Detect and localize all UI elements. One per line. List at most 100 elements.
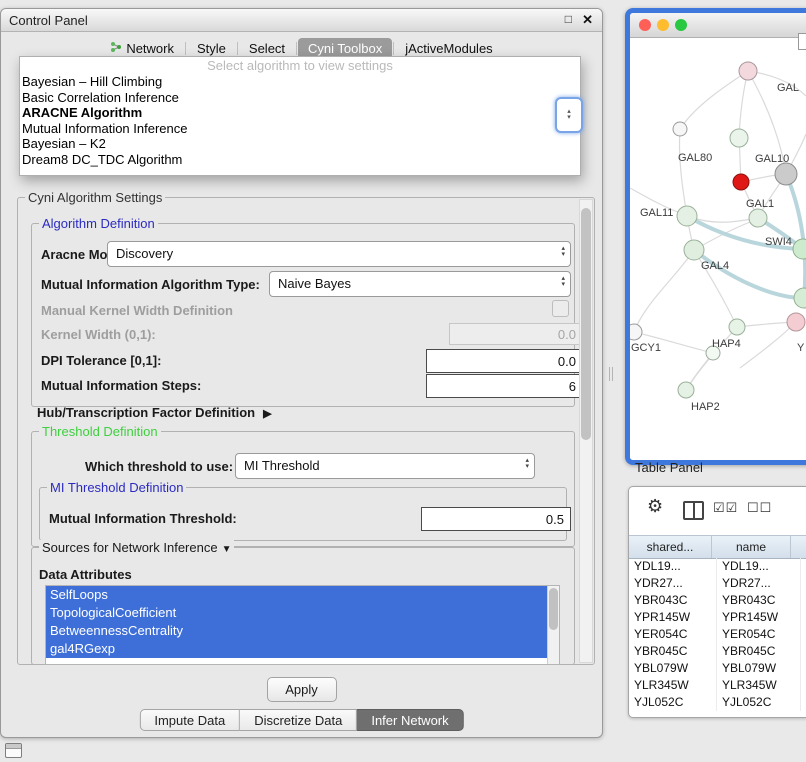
stepper-down-icon: ▾ (561, 252, 565, 258)
column-header-2[interactable] (791, 536, 806, 558)
menu-item-bayesian-k2[interactable]: Bayesian – K2 (20, 136, 580, 152)
menu-item-dream8-dc-tdc-algorithm[interactable]: Dream8 DC_TDC Algorithm (20, 152, 580, 168)
close-traffic-light-icon[interactable] (639, 19, 651, 31)
table-row[interactable]: YJL052CYJL052C (629, 694, 806, 711)
mi-algo-type-combo[interactable]: Naive Bayes ▴▾ (269, 271, 571, 297)
network-node[interactable] (794, 288, 806, 308)
close-icon[interactable]: ✕ (582, 12, 593, 28)
control-panel-titlebar[interactable]: Control Panel □ ✕ (1, 9, 602, 32)
table-cell: YBR045C (717, 643, 801, 660)
control-panel-window: Control Panel □ ✕ NetworkStyleSelectCyni… (0, 8, 603, 738)
menu-item-mutual-information-inference[interactable]: Mutual Information Inference (20, 121, 580, 137)
restore-panel-icon[interactable] (5, 743, 22, 758)
table-header[interactable]: shared...name (629, 535, 806, 559)
list-item-selfloops[interactable]: SelfLoops (46, 586, 552, 604)
sources-legend-label: Sources for Network Inference (42, 540, 218, 555)
attributes-list-scrollbar[interactable] (547, 586, 559, 664)
stepper-icon: ▴▾ (561, 276, 565, 288)
table-row[interactable]: YLR345WYLR345W9. (629, 677, 806, 694)
dpi-tolerance-field[interactable]: 0.0 (426, 349, 583, 373)
table-row[interactable]: YDR27...YDR27...12 (629, 575, 806, 592)
data-attributes-list[interactable]: SelfLoopsTopologicalCoefficientBetweenne… (45, 585, 560, 665)
sources-legend[interactable]: Sources for Network Inference ▼ (39, 540, 234, 555)
apply-button[interactable]: Apply (267, 677, 337, 702)
table-cell: 8. (801, 626, 806, 643)
algorithm-combo-focus-edge[interactable]: ▴ ▾ (555, 97, 583, 133)
table-row[interactable]: YPR145WYPR145W9. (629, 609, 806, 626)
table-row[interactable]: YDL19...YDL19...13 (629, 558, 806, 575)
aracne-mode-combo[interactable]: Discovery ▴▾ (107, 241, 571, 267)
table-row[interactable]: YBR045CYBR045C9. (629, 643, 806, 660)
scrollbar-thumb[interactable] (581, 208, 591, 440)
network-node[interactable] (787, 313, 805, 331)
list-item-gal4rgexp[interactable]: gal4RGexp (46, 640, 552, 658)
panel-splitter-handle[interactable] (609, 367, 615, 381)
list-item-topologicalcoefficient[interactable]: TopologicalCoefficient (46, 604, 552, 622)
network-node[interactable] (630, 324, 642, 340)
menu-item-bayesian-hill-climbing[interactable]: Bayesian – Hill Climbing (20, 74, 580, 90)
threshold-definition-legend: Threshold Definition (39, 424, 161, 439)
network-node[interactable] (678, 382, 694, 398)
stepper-icon: ▴▾ (525, 458, 529, 470)
network-node[interactable] (775, 163, 797, 185)
gear-icon[interactable]: ⚙ (647, 496, 663, 517)
network-canvas[interactable]: GALGAL80GAL10GAL11GAL1SWI4GAL4GCY1HAP4HA… (630, 38, 806, 460)
kernel-width-field[interactable]: 0.0 (449, 323, 583, 345)
tab-divider (296, 42, 297, 55)
select-all-columns-icon[interactable]: ☑☑ (713, 500, 738, 516)
table-cell: YDL19... (629, 558, 717, 575)
table-cell: YBL079W (629, 660, 717, 677)
network-edge (739, 71, 748, 138)
which-threshold-combo[interactable]: MI Threshold ▴▾ (235, 453, 535, 479)
manual-kernel-width-checkbox[interactable] (552, 300, 569, 317)
table-row[interactable]: YBL079WYBL079W (629, 660, 806, 677)
algorithm-dropdown-popup: Select algorithm to view settings Bayesi… (19, 56, 581, 176)
hub-definition-toggle[interactable]: Hub/Transcription Factor Definition▶ (37, 405, 272, 420)
network-node[interactable] (733, 174, 749, 190)
dropdown-placeholder: Select algorithm to view settings (20, 57, 580, 74)
table-row[interactable]: YBR043CYBR043C (629, 592, 806, 609)
settings-scrollbar[interactable] (579, 199, 593, 663)
bottom-tabs: Impute DataDiscretize DataInfer Network (139, 709, 463, 731)
network-node[interactable] (730, 129, 748, 147)
network-node[interactable] (739, 62, 757, 80)
minimize-traffic-light-icon[interactable] (657, 19, 669, 31)
mi-threshold-field[interactable]: 0.5 (421, 507, 571, 531)
network-node[interactable] (677, 206, 697, 226)
table-cell: 13 (801, 558, 806, 575)
zoom-traffic-light-icon[interactable] (675, 19, 687, 31)
deselect-all-columns-icon[interactable]: ☐☐ (747, 500, 772, 516)
expanded-arrow-icon: ▼ (222, 544, 232, 555)
network-node[interactable] (729, 319, 745, 335)
mi-steps-label: Mutual Information Steps: (41, 378, 201, 393)
kernel-width-label: Kernel Width (0,1): (41, 327, 156, 342)
tab-label: jActiveModules (405, 41, 492, 56)
network-node[interactable] (684, 240, 704, 260)
menu-item-basic-correlation-inference[interactable]: Basic Correlation Inference (20, 90, 580, 106)
scrollbar-thumb[interactable] (549, 588, 558, 630)
window-title: Control Panel (9, 13, 88, 28)
bottom-tab-impute-data[interactable]: Impute Data (139, 709, 240, 731)
column-header-name[interactable]: name (712, 536, 791, 558)
network-view-window: GALGAL80GAL10GAL11GAL1SWI4GAL4GCY1HAP4HA… (625, 8, 806, 465)
float-window-icon[interactable]: □ (565, 12, 572, 26)
aracne-mode-value: Discovery (116, 246, 173, 261)
network-node[interactable] (673, 122, 687, 136)
list-item-betweennesscentrality[interactable]: BetweennessCentrality (46, 622, 552, 640)
node-label-gal4: GAL4 (701, 260, 729, 272)
bottom-tab-discretize-data[interactable]: Discretize Data (240, 709, 357, 731)
mi-steps-field[interactable]: 6 (426, 374, 583, 398)
show-columns-icon[interactable] (683, 501, 704, 520)
table-cell: YDR27... (629, 575, 717, 592)
network-node[interactable] (749, 209, 767, 227)
birdseye-toggle-icon[interactable] (798, 33, 806, 50)
bottom-tab-infer-network[interactable]: Infer Network (357, 709, 463, 731)
table-row[interactable]: YER054CYER054C8. (629, 626, 806, 643)
network-window-titlebar[interactable] (630, 13, 806, 38)
network-edge (740, 322, 796, 368)
network-edge (679, 129, 687, 216)
column-header-shared[interactable]: shared... (629, 536, 712, 558)
menu-item-aracne-algorithm[interactable]: ARACNE Algorithm (20, 105, 580, 121)
hub-definition-label: Hub/Transcription Factor Definition (37, 405, 255, 420)
node-label-hap4: HAP4 (712, 338, 741, 350)
